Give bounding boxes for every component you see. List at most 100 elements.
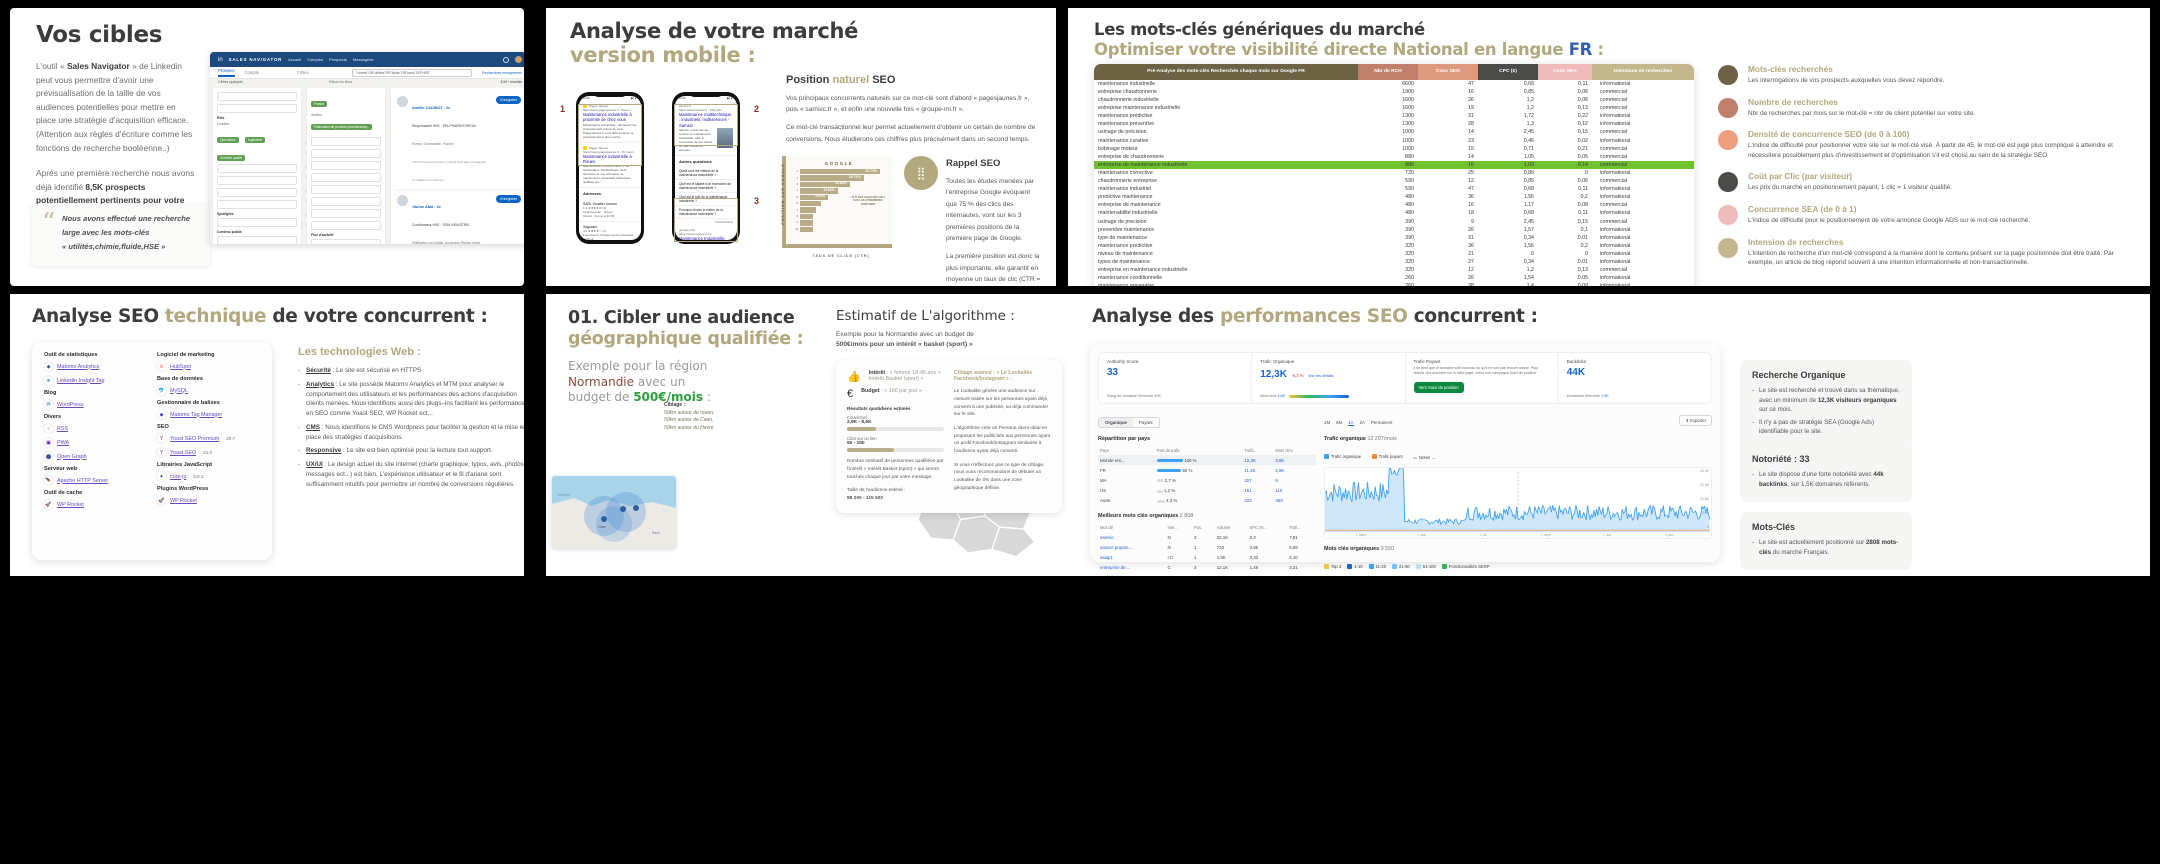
tech-link[interactable]: WP Rocket <box>170 498 197 504</box>
table-row[interactable]: Autre 4,3 % 523 469 <box>1098 496 1316 506</box>
legend-11-20[interactable]: 11-20 <box>1368 564 1386 569</box>
kpi-details-link[interactable]: Voir les détails <box>1308 373 1334 378</box>
filter-ecole[interactable] <box>311 221 381 230</box>
filter-prenom[interactable] <box>311 173 381 182</box>
legend-Top 3[interactable]: Top 3 <box>1324 564 1341 569</box>
filter-relations-de[interactable] <box>311 149 381 158</box>
legend-trafic-organique[interactable]: Trafic organique <box>1324 454 1361 459</box>
search-input[interactable]: "chimie"OR"utilités"OR"fluide"OR"eaux"OR… <box>352 68 473 77</box>
table-row[interactable]: entreprise de ... C 3 12,1K 1,49 3,21 <box>1098 563 1316 573</box>
filter-anciennete-entreprise[interactable] <box>217 188 297 197</box>
slide-performances-seo[interactable]: Analyse des performances SEO concurrent … <box>1068 294 2150 576</box>
sales-navigator-screenshot[interactable]: in SALES NAVIGATOR Accueil Comptes Prosp… <box>210 52 524 244</box>
slide-analyse-marche-mobile[interactable]: Analyse de votre marché version mobile :… <box>546 8 1056 286</box>
save-button[interactable]: Enregistrer <box>496 195 521 203</box>
tech-item[interactable]: Y Yoast SEO 21.0 <box>157 448 260 457</box>
tech-link[interactable]: Matomo Analytics <box>57 364 99 370</box>
filter-column-1[interactable]: Rôle Fonction Opérations Ingénierie Cont… <box>213 88 301 244</box>
period-Permanent[interactable]: Permanent <box>1371 420 1392 425</box>
chip-controle-qualite[interactable]: Contrôle qualité <box>217 155 246 161</box>
legend-Fonctionnalités SERP[interactable]: Fonctionnalités SERP <box>1441 564 1490 569</box>
clear-filters-link[interactable]: Effacer les filtres <box>329 80 353 84</box>
filter-relations-teamlink[interactable] <box>311 209 381 218</box>
table-row[interactable]: asiap1 I C 1 1,9K 0,33 4,10 <box>1098 552 1316 562</box>
tech-link[interactable]: MySQL <box>170 388 188 394</box>
tech-link[interactable]: HubSpot <box>170 364 191 370</box>
tech-item[interactable]: 🐬 MySQL <box>157 386 260 395</box>
tech-link[interactable]: WP Rocket <box>57 502 84 508</box>
tech-item[interactable]: ◆ Matomo Tag Manager <box>157 410 260 419</box>
chip-ingenierie[interactable]: Ingénierie <box>245 137 266 143</box>
saved-searches-link[interactable]: Recherches enregistrées <box>482 71 522 75</box>
period-2A[interactable]: 2A <box>1360 420 1365 425</box>
nav-messagerie[interactable]: Messagerie <box>353 57 374 62</box>
tech-link[interactable]: Yoast SEO <box>170 450 196 456</box>
organique-payant-toggle[interactable]: Organique Payant <box>1098 417 1160 428</box>
filter-annees-experience[interactable] <box>311 137 381 146</box>
toggle-payant[interactable]: Payant <box>1133 418 1159 427</box>
notes-toggle[interactable]: ▭ Notes ⌄ <box>1413 455 1435 460</box>
legend-4-10[interactable]: 4-10 <box>1347 564 1363 569</box>
table-row[interactable]: samsic proprie... N 1 720 0,95 5,09 <box>1098 542 1316 552</box>
lead-results-list[interactable]: Amélie CADINOT · 2e Responsable HSE · DE… <box>391 88 524 244</box>
tech-item[interactable]: ⚙ HubSpot <box>157 362 260 371</box>
tab-compte[interactable]: Compte <box>245 70 260 75</box>
tech-item[interactable]: Ⓦ WordPress <box>44 400 147 409</box>
chip-secteur[interactable]: Fabrication de produits pharmaceutiq... <box>311 124 373 130</box>
export-button[interactable]: ⬆ Exporter <box>1679 414 1712 426</box>
list-item[interactable]: Yacine Abid · 2e Coordinateur HSE · SOM … <box>395 191 523 244</box>
paa-item[interactable]: Quels sont les métiers de la maintenance… <box>675 167 737 181</box>
list-item[interactable]: Amélie CADINOT · 2e Responsable HSE · DE… <box>395 92 523 191</box>
filter-siege-social[interactable] <box>217 104 297 113</box>
avatar[interactable] <box>515 56 522 63</box>
slide-mots-cles-generiques[interactable]: Les mots-clés génériques du marché Optim… <box>1068 8 2150 286</box>
table-row[interactable]: samsic N 2 22,1K 0,3 7,81 <box>1098 532 1316 542</box>
filter-mots-cles-articles[interactable] <box>217 236 297 244</box>
paa-item[interactable]: Quel est le salaire d'un technicien de m… <box>675 180 737 194</box>
filter-niveau-hierarchique[interactable] <box>217 176 297 185</box>
tech-item[interactable]: ◆ Matomo Analytics <box>44 362 147 371</box>
tech-link[interactable]: PWA <box>57 440 69 446</box>
tech-link[interactable]: Matomo Tag Manager <box>170 412 222 418</box>
filter-column-2[interactable]: France Secteur Fabrication de produits p… <box>307 88 385 244</box>
period-1M[interactable]: 1M <box>1324 420 1330 425</box>
nav-comptes[interactable]: Comptes <box>307 57 323 62</box>
tech-item[interactable]: ⬤ Open Graph <box>44 452 147 461</box>
tech-link[interactable]: Apache HTTP Server <box>57 478 108 484</box>
local-place-2[interactable]: Sagostec 4,0 ★★★★☆ (1) Fournisseur d'équ… <box>579 222 641 240</box>
tech-item[interactable]: ⌁ RSS <box>44 424 147 433</box>
tech-item[interactable]: 🚀 WP Rocket <box>157 496 260 505</box>
tech-item[interactable]: 🪶 Apache HTTP Server <box>44 476 147 485</box>
save-button[interactable]: Enregistrer <box>496 96 521 104</box>
legend-51-100[interactable]: 51-100 <box>1415 564 1436 569</box>
table-row[interactable]: société de net...C34,4K1,912,33 <box>1098 573 1316 576</box>
tech-link[interactable]: Linkedin Insight Tag <box>57 378 105 384</box>
table-row[interactable]: Monde ent... 100 % 12,3K 3,6K <box>1098 455 1316 466</box>
lead-name[interactable]: Yacine Abid · 2e <box>412 205 441 209</box>
tech-item[interactable]: Y Yoast SEO Premium 20.7 <box>157 434 260 443</box>
filters-button[interactable]: Filtres <box>297 70 308 75</box>
tab-prospect[interactable]: Prospect <box>218 68 235 77</box>
chip-operations[interactable]: Opérations <box>217 137 239 143</box>
filter-anciennete-poste[interactable] <box>217 200 297 209</box>
filter-activites-evenements[interactable] <box>217 218 297 227</box>
filter-nom[interactable] <box>311 185 381 194</box>
tech-item[interactable]: in Linkedin Insight Tag <box>44 376 147 385</box>
semrush-dashboard-screenshot[interactable]: Authority Score 33 Rang de domaine Semru… <box>1090 344 1720 576</box>
toggle-organique[interactable]: Organique <box>1099 418 1133 427</box>
slide-vos-cibles[interactable]: Vos cibles L'outil « Sales Navigator » d… <box>10 8 524 286</box>
filter-langue-profil[interactable] <box>311 197 381 206</box>
suivi-position-button[interactable]: Vers Suivi de position <box>1413 381 1464 393</box>
lead-name[interactable]: Amélie CADINOT · 2e <box>412 106 450 110</box>
local-place-1[interactable]: SARL Schaller Arnaud 1,0 ★★★★★ (3) Chaud… <box>579 199 641 223</box>
filter-listes-prospects[interactable] <box>311 239 381 244</box>
table-row[interactable]: FR 92 % 11,3K 2,9K <box>1098 465 1316 475</box>
tech-link[interactable]: Open Graph <box>57 454 87 460</box>
slide-cibler-audience-geographique[interactable]: 01. Cibler une audience géographique qua… <box>546 294 1068 576</box>
slide-analyse-seo-technique[interactable]: Analyse SEO technique de votre concurren… <box>10 294 524 576</box>
filter-groupes[interactable] <box>311 161 381 170</box>
legend-trafic-payant[interactable]: Trafic payant <box>1371 454 1403 459</box>
filter-type-entreprise[interactable] <box>217 92 297 101</box>
help-icon[interactable] <box>503 56 509 63</box>
filter-intitule-poste[interactable] <box>217 164 297 173</box>
